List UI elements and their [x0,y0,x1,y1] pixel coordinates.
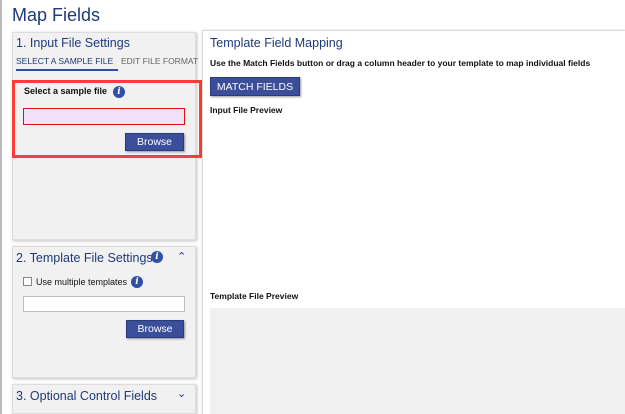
input-settings-title: 1. Input File Settings [16,36,130,50]
window-border [0,0,2,414]
info-icon[interactable]: i [131,276,143,288]
info-icon[interactable]: i [113,86,125,98]
tab-select-sample-file[interactable]: SELECT A SAMPLE FILE [16,56,118,71]
template-file-input[interactable] [23,296,185,312]
sample-file-input[interactable] [23,108,185,125]
info-icon[interactable]: i [151,251,163,263]
browse-template-button[interactable]: Browse [126,320,184,338]
template-file-preview-label: Template File Preview [210,291,299,301]
template-file-preview-area [210,308,625,414]
mapping-title: Template Field Mapping [210,36,343,50]
template-file-settings-panel [12,246,196,378]
tab-edit-file-format[interactable]: EDIT FILE FORMAT [121,56,198,66]
optional-fields-title: 3. Optional Control Fields [16,389,158,403]
match-fields-button[interactable]: MATCH FIELDS [210,77,300,96]
browse-sample-button[interactable]: Browse [125,133,184,151]
input-file-preview-label: Input File Preview [210,105,283,115]
use-multiple-templates-label: Use multiple templates [36,277,128,287]
chevron-down-icon[interactable]: ⌄ [177,387,186,400]
chevron-up-icon[interactable]: ⌃ [177,250,186,263]
mapping-instruction: Use the Match Fields button or drag a co… [210,58,591,68]
page-title: Map Fields [12,5,101,25]
use-multiple-templates-checkbox[interactable] [23,277,32,286]
select-sample-file-label: Select a sample file [24,86,108,96]
template-settings-title: 2. Template File Settings [16,251,153,265]
